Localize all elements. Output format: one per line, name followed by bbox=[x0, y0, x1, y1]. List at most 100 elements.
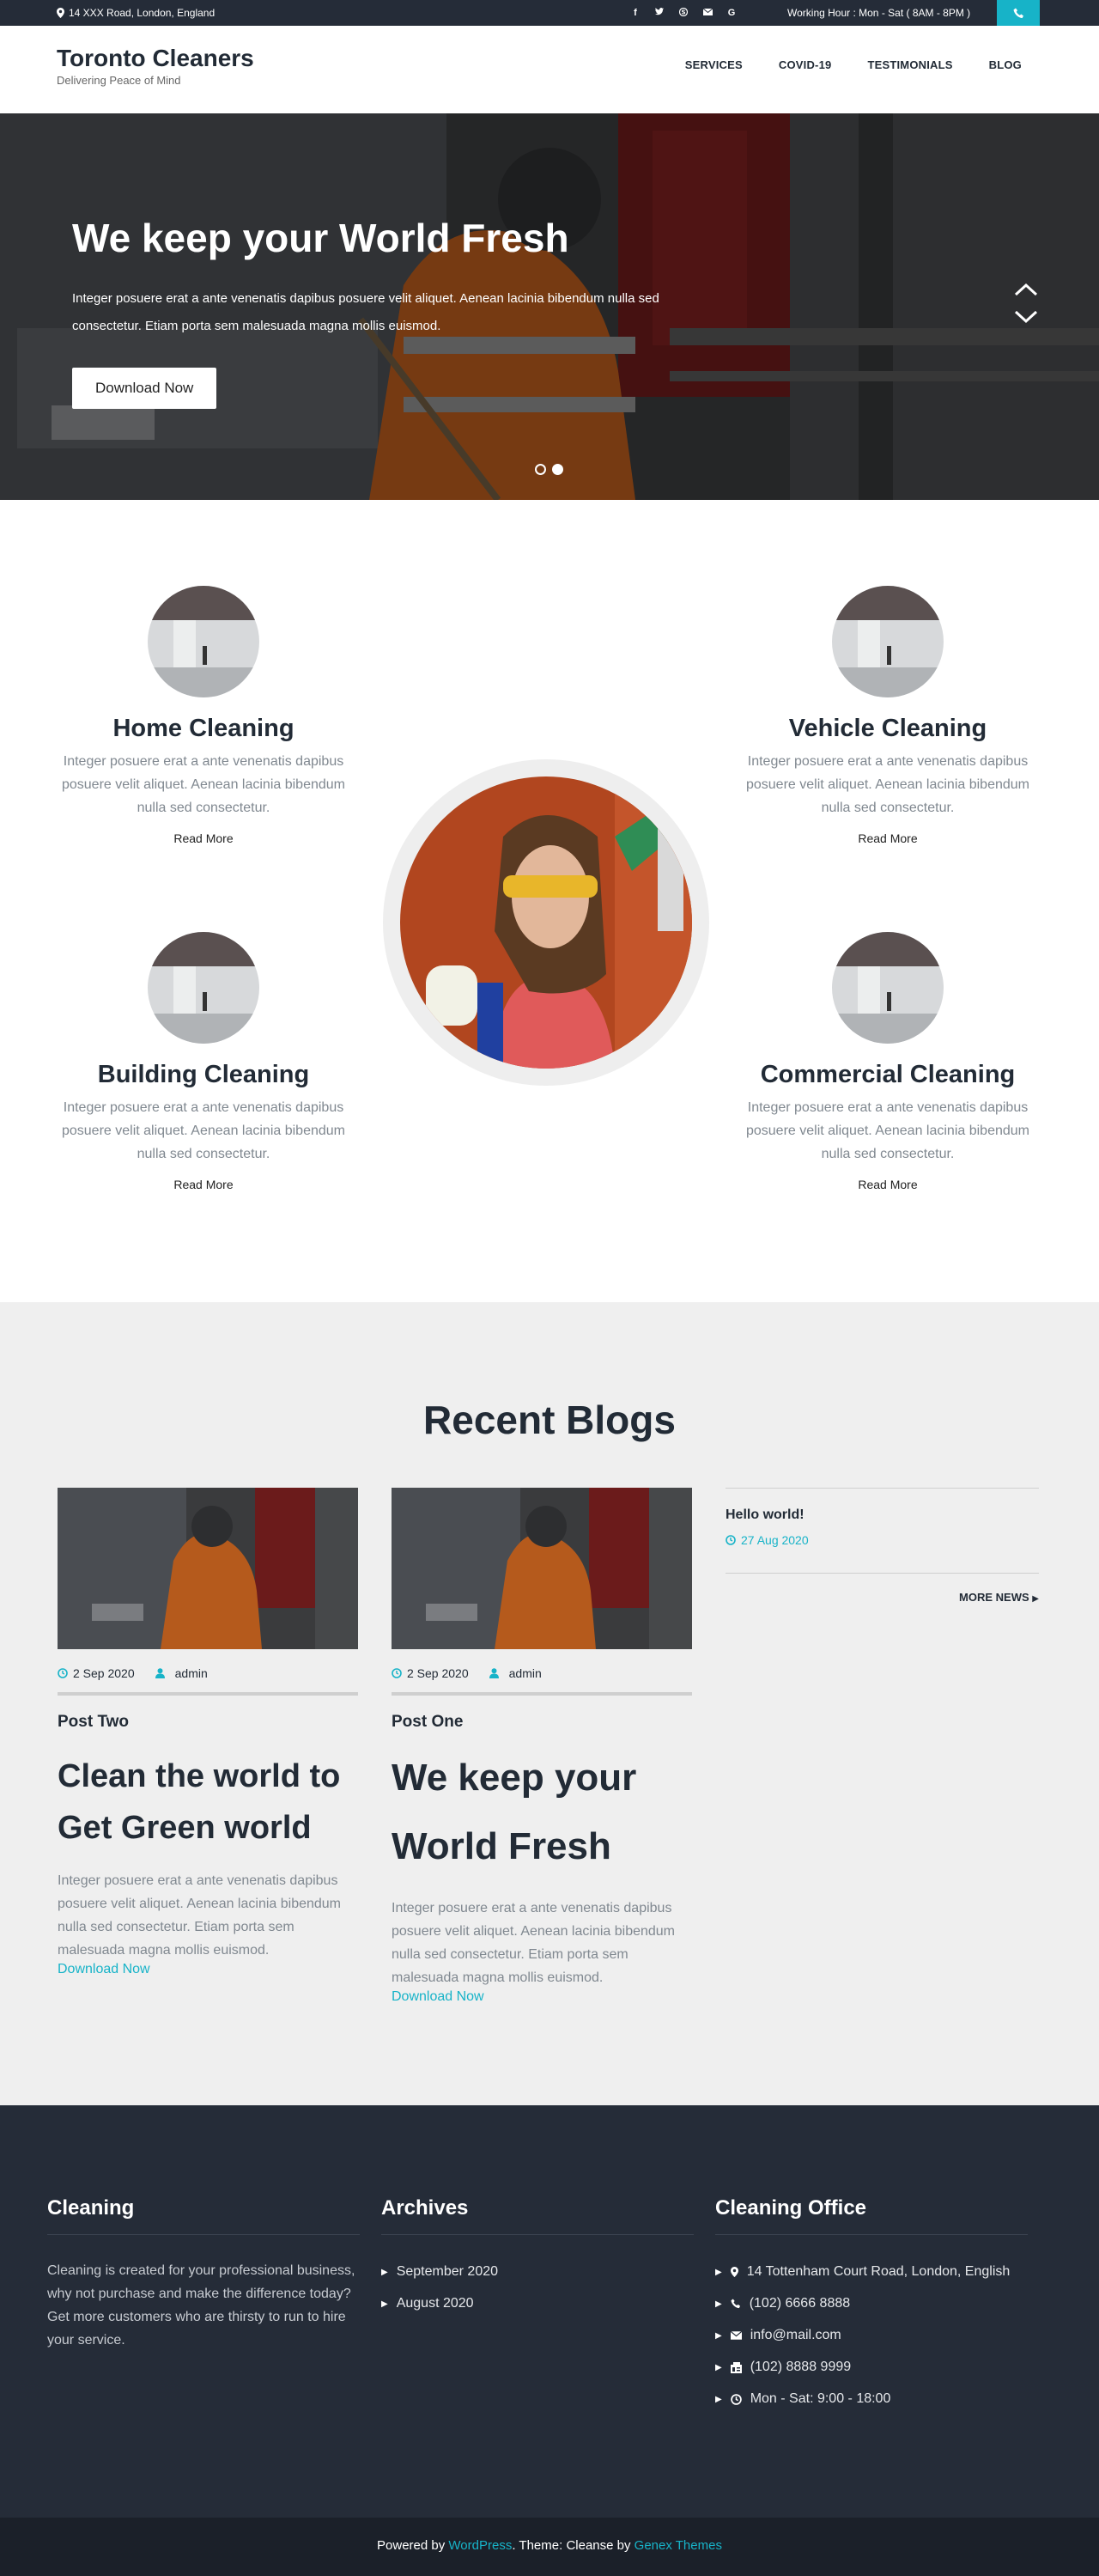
archive-item[interactable]: ▶ August 2020 bbox=[381, 2296, 694, 2311]
phone-icon bbox=[1013, 8, 1023, 18]
post-excerpt: Integer posuere erat a ante venenatis da… bbox=[392, 1901, 676, 1985]
service-home: Home Cleaning Integer posuere erat a ant… bbox=[58, 586, 349, 847]
nav-testimonials[interactable]: TESTIMONIALS bbox=[867, 58, 952, 71]
office-phone: ▶ (102) 6666 8888 bbox=[715, 2296, 851, 2311]
slider-arrows bbox=[1013, 282, 1039, 325]
svg-text:S: S bbox=[681, 9, 685, 15]
hero-title: We keep your World Fresh bbox=[72, 216, 569, 260]
top-bar: 14 XXX Road, London, England f S G Worki… bbox=[0, 0, 1099, 26]
slider-dot-1[interactable] bbox=[535, 464, 546, 475]
hero-slider: We keep your World Fresh Integer posuere… bbox=[0, 113, 1099, 500]
read-more-link[interactable]: Read More bbox=[173, 1178, 233, 1191]
phone-icon bbox=[731, 2299, 740, 2309]
post-download-link[interactable]: Download Now bbox=[392, 1989, 692, 2005]
site-branding[interactable]: Toronto Cleaners Delivering Peace of Min… bbox=[57, 45, 254, 87]
footer-heading: Cleaning Office bbox=[715, 2196, 1028, 2235]
office-hours: ▶ Mon - Sat: 9:00 - 18:00 bbox=[715, 2391, 891, 2406]
user-icon bbox=[489, 1668, 499, 1678]
nav-blog[interactable]: BLOG bbox=[989, 58, 1022, 71]
post-title[interactable]: We keep your World Fresh bbox=[392, 1744, 692, 1881]
site-tagline: Delivering Peace of Mind bbox=[57, 74, 181, 87]
clock-icon bbox=[726, 1535, 736, 1545]
read-more-link[interactable]: Read More bbox=[858, 1178, 917, 1191]
skype-icon[interactable]: S bbox=[671, 7, 695, 19]
caret-right-icon: ▶ bbox=[1032, 1594, 1039, 1604]
caret-right-icon: ▶ bbox=[715, 2299, 722, 2309]
nav-covid[interactable]: COVID-19 bbox=[779, 58, 832, 71]
footer-archives: Archives ▶ September 2020 ▶ August 2020 bbox=[381, 2196, 694, 2328]
center-featured-photo bbox=[383, 759, 709, 1086]
top-address: 14 XXX Road, London, England bbox=[57, 7, 215, 19]
post-download-link[interactable]: Download Now bbox=[58, 1962, 358, 1977]
fax-icon bbox=[730, 2361, 742, 2373]
nav-services[interactable]: SERVICES bbox=[685, 58, 743, 71]
service-title: Building Cleaning bbox=[97, 1061, 310, 1088]
blog-post: 2 Sep 2020 admin Post One We keep your W… bbox=[392, 1488, 692, 2005]
office-email: ▶ info@mail.com bbox=[715, 2328, 841, 2342]
service-title: Vehicle Cleaning bbox=[788, 715, 987, 742]
map-marker-icon bbox=[730, 2267, 738, 2277]
envelope-icon bbox=[730, 2331, 742, 2340]
news-title[interactable]: Hello world! bbox=[726, 1507, 1039, 1523]
read-more-link[interactable]: Read More bbox=[173, 831, 233, 845]
main-nav: SERVICES COVID-19 TESTIMONIALS BLOG bbox=[649, 58, 1022, 71]
services-section: Home Cleaning Integer posuere erat a ant… bbox=[0, 500, 1099, 1302]
hero-content: We keep your World Fresh Integer posuere… bbox=[72, 215, 707, 409]
facebook-icon[interactable]: f bbox=[623, 8, 647, 18]
clock-icon bbox=[392, 1668, 402, 1678]
caret-right-icon: ▶ bbox=[381, 2299, 388, 2309]
post-title[interactable]: Clean the world to Get Green world bbox=[58, 1751, 358, 1854]
twitter-icon[interactable] bbox=[647, 8, 671, 18]
news-sidebar: Hello world! 27 Aug 2020 MORE NEWS ▶ bbox=[726, 1488, 1039, 1604]
service-image bbox=[832, 932, 944, 1044]
footer-office: Cleaning Office ▶ 14 Tottenham Court Road… bbox=[715, 2196, 1028, 2423]
office-address: ▶ 14 Tottenham Court Road, London, Englis… bbox=[715, 2264, 1011, 2279]
user-icon bbox=[155, 1668, 165, 1678]
read-more-link[interactable]: Read More bbox=[858, 831, 917, 845]
post-meta: 2 Sep 2020 admin bbox=[58, 1666, 358, 1696]
blog-post: 2 Sep 2020 admin Post Two Clean the worl… bbox=[58, 1488, 358, 1977]
post-name[interactable]: Post One bbox=[392, 1713, 692, 1732]
post-author[interactable]: admin bbox=[509, 1666, 542, 1680]
google-icon[interactable]: G bbox=[720, 8, 744, 18]
post-thumbnail[interactable] bbox=[392, 1488, 692, 1649]
chevron-down-icon[interactable] bbox=[1013, 309, 1039, 325]
service-commercial: Commercial Cleaning Integer posuere erat… bbox=[742, 932, 1034, 1193]
news-date[interactable]: 27 Aug 2020 bbox=[726, 1533, 1039, 1547]
wordpress-link[interactable]: WordPress bbox=[448, 2538, 512, 2553]
service-building: Building Cleaning Integer posuere erat a… bbox=[58, 932, 349, 1193]
phone-button[interactable] bbox=[997, 0, 1040, 26]
caret-right-icon: ▶ bbox=[715, 2362, 722, 2372]
post-thumbnail[interactable] bbox=[58, 1488, 358, 1649]
post-meta: 2 Sep 2020 admin bbox=[392, 1666, 692, 1696]
post-date[interactable]: 2 Sep 2020 bbox=[73, 1666, 135, 1680]
hero-text: Integer posuere erat a ante venenatis da… bbox=[72, 291, 659, 333]
site-title[interactable]: Toronto Cleaners bbox=[57, 45, 254, 72]
service-image bbox=[832, 586, 944, 697]
mail-icon[interactable] bbox=[695, 8, 720, 18]
site-footer: Cleaning Cleaning is created for your pr… bbox=[0, 2105, 1099, 2518]
footer-credits: Powered by WordPress. Theme: Cleanse by … bbox=[0, 2518, 1099, 2576]
post-name[interactable]: Post Two bbox=[58, 1713, 358, 1732]
slider-dot-2[interactable] bbox=[552, 464, 563, 475]
office-fax: ▶ (102) 8888 9999 bbox=[715, 2360, 852, 2374]
post-author[interactable]: admin bbox=[175, 1666, 208, 1680]
service-title: Home Cleaning bbox=[112, 715, 294, 742]
clock-icon bbox=[730, 2393, 742, 2405]
caret-right-icon: ▶ bbox=[715, 2330, 722, 2341]
chevron-up-icon[interactable] bbox=[1013, 282, 1039, 297]
footer-heading: Archives bbox=[381, 2196, 694, 2235]
recent-blogs-section: Recent Blogs 2 Sep 2020 admin Post Two C… bbox=[0, 1302, 1099, 2105]
service-image bbox=[148, 932, 259, 1044]
hero-download-button[interactable]: Download Now bbox=[72, 368, 217, 409]
service-vehicle: Vehicle Cleaning Integer posuere erat a … bbox=[742, 586, 1034, 847]
archive-item[interactable]: ▶ September 2020 bbox=[381, 2264, 694, 2280]
service-text: Integer posuere erat a ante venenatis da… bbox=[745, 1100, 1029, 1161]
service-image bbox=[148, 586, 259, 697]
theme-author-link[interactable]: Genex Themes bbox=[635, 2538, 722, 2553]
post-date[interactable]: 2 Sep 2020 bbox=[407, 1666, 469, 1680]
section-heading: Recent Blogs bbox=[423, 1398, 676, 1442]
more-news-link[interactable]: MORE NEWS ▶ bbox=[726, 1591, 1039, 1604]
caret-right-icon: ▶ bbox=[381, 2267, 388, 2277]
clock-icon bbox=[58, 1668, 68, 1678]
